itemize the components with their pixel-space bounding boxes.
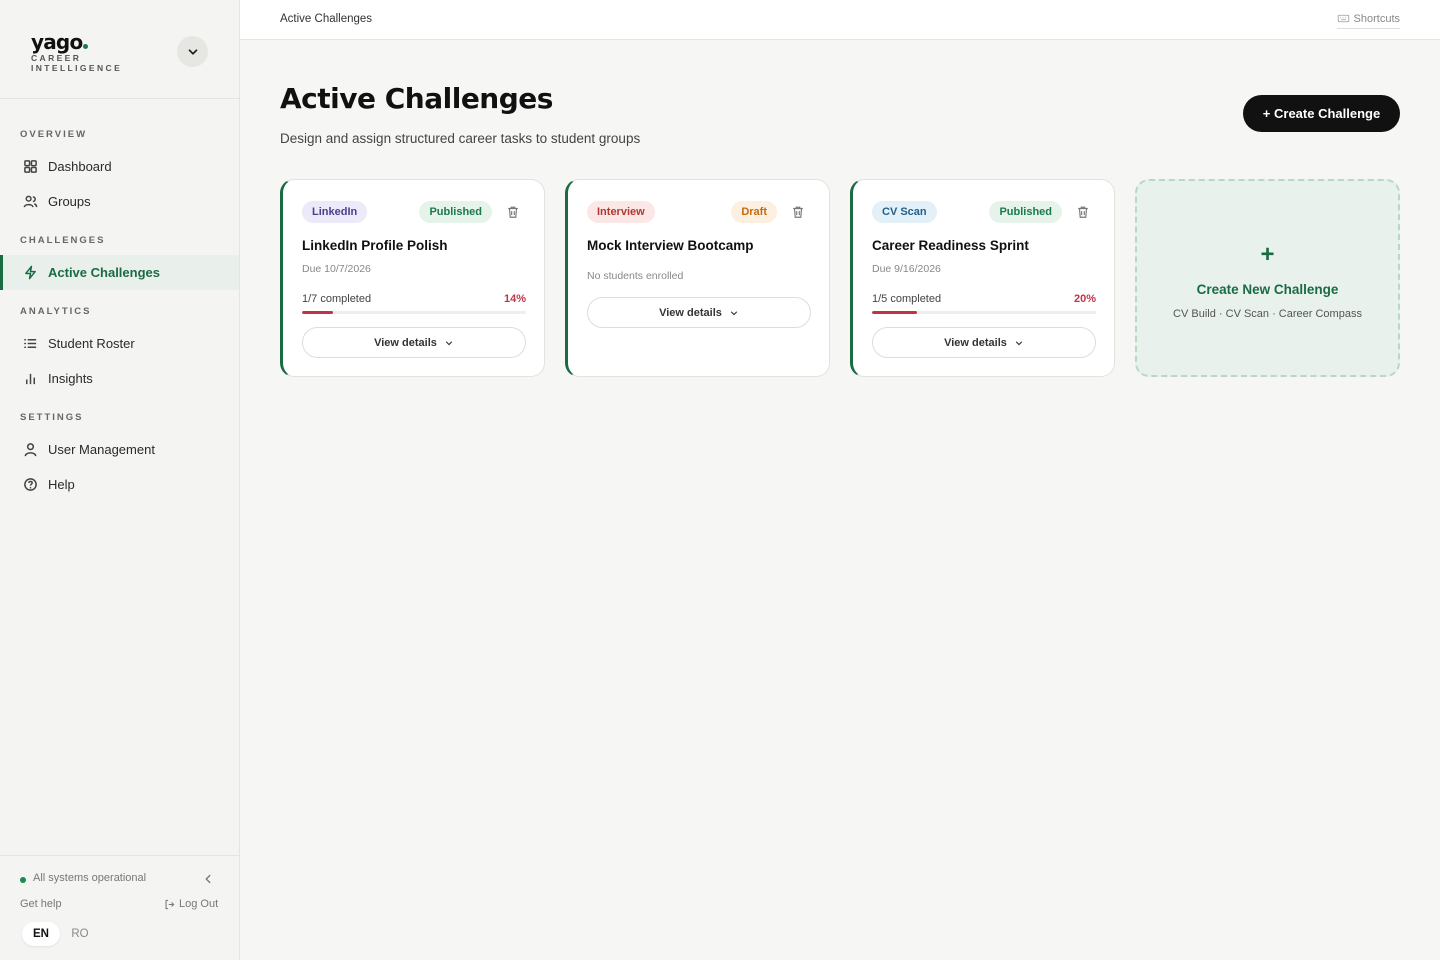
sidebar-item-user-management[interactable]: User Management [0,432,239,467]
sidebar-item-active-challenges[interactable]: Active Challenges [0,255,239,290]
list-icon [24,339,37,348]
view-details-label: View details [659,306,722,319]
status-badge: Published [419,201,492,223]
sidebar-item-label: Insights [48,371,93,386]
bar-chart-icon [26,373,35,385]
create-challenge-button[interactable]: + Create Challenge [1243,95,1400,132]
challenge-card: Interview Draft Mock Interview Bootcamp … [565,179,830,377]
users-icon [23,195,38,208]
challenge-title: Mock Interview Bootcamp [587,238,754,253]
breadcrumb: Active Challenges [280,13,373,25]
section-challenges: CHALLENGES [20,235,106,246]
progress-label: 1/7 completed [302,293,372,305]
status-badge: Draft [731,201,777,223]
progress-label: 1/5 completed [872,293,942,305]
logo-subtitle: CAREER INTELLIGENCE [31,53,123,73]
chevron-down-icon [188,48,197,55]
lightning-icon [25,265,36,280]
section-settings: SETTINGS [20,412,84,423]
sidebar-item-label: Groups [48,194,91,209]
section-analytics: ANALYTICS [20,306,92,317]
challenge-type-badge: LinkedIn [302,201,368,223]
logo-dot [83,44,89,49]
status-badge: Published [989,201,1062,223]
status-indicator-icon [20,877,26,883]
sidebar-item-label: Student Roster [48,336,135,351]
brand-area: yago CAREER INTELLIGENCE [0,0,239,99]
progress-bar-fill [872,311,917,314]
sidebar-item-help[interactable]: Help [0,467,239,502]
page-title: Active Challenges [280,82,553,115]
challenge-type-badge: CV Scan [872,201,937,223]
sidebar-item-insights[interactable]: Insights [0,361,239,396]
progress-bar-fill [302,311,334,314]
view-details-label: View details [374,336,437,349]
get-help-link[interactable]: Get help [20,898,62,910]
sidebar: yago CAREER INTELLIGENCE OVERVIEW Dashbo… [0,0,240,960]
logout-icon [165,899,175,909]
sidebar-item-label: User Management [48,442,155,457]
logo[interactable]: yago [31,30,89,54]
empty-enrollment-text: No students enrolled [587,270,684,282]
shortcuts-button[interactable]: Shortcuts [1336,12,1400,29]
sidebar-item-dashboard[interactable]: Dashboard [0,149,239,184]
chevron-down-icon [730,310,738,315]
chevron-down-icon [445,340,453,345]
view-details-label: View details [944,336,1007,349]
collapse-sidebar-icon[interactable] [201,872,215,886]
language-en-button[interactable]: EN [22,922,60,946]
progress-bar [302,311,526,314]
challenge-card: CV Scan Published Career Readiness Sprin… [850,179,1115,377]
progress-bar [872,311,1096,314]
view-details-button[interactable]: View details [587,297,811,328]
challenge-type-badge: Interview [587,201,655,223]
sidebar-item-label: Help [48,477,75,492]
challenge-title: LinkedIn Profile Polish [302,238,448,253]
challenge-title: Career Readiness Sprint [872,238,1029,253]
topbar: Active Challenges Shortcuts [240,0,1440,40]
trash-icon[interactable] [506,205,520,219]
trash-icon[interactable] [791,205,805,219]
due-date: Due 9/16/2026 [872,263,941,275]
logo-text: yago [31,30,83,54]
challenge-card: LinkedIn Published LinkedIn Profile Poli… [280,179,545,377]
section-overview: OVERVIEW [20,129,88,140]
view-details-button[interactable]: View details [302,327,526,358]
shortcuts-label: Shortcuts [1353,12,1400,25]
sidebar-item-student-roster[interactable]: Student Roster [0,326,239,361]
create-new-challenge-title: Create New Challenge [1196,282,1339,297]
create-new-challenge-card[interactable]: + Create New Challenge CV Build · CV Sca… [1135,179,1400,377]
sidebar-item-groups[interactable]: Groups [0,184,239,219]
progress-percent: 20% [1073,293,1096,305]
trash-icon[interactable] [1076,205,1090,219]
system-status: All systems operational [33,872,147,884]
sidebar-footer: All systems operational Get help Log Out… [0,855,239,960]
due-date: Due 10/7/2026 [302,263,371,275]
chevron-down-icon [1015,340,1023,345]
sidebar-item-label: Active Challenges [48,265,160,280]
workspace-toggle-button[interactable] [177,36,208,67]
logout-label: Log Out [179,898,219,910]
create-new-challenge-types: CV Build · CV Scan · Career Compass [1173,308,1362,320]
page-subtitle: Design and assign structured career task… [280,131,641,146]
progress-percent: 14% [503,293,526,305]
help-icon [24,478,37,491]
logout-button[interactable]: Log Out [164,898,218,910]
view-details-button[interactable]: View details [872,327,1096,358]
user-icon [24,443,37,457]
sidebar-item-label: Dashboard [48,159,112,174]
language-ro-button[interactable]: RO [62,922,98,946]
plus-icon: + [1260,241,1275,268]
grid-icon [24,160,37,173]
keyboard-icon [1337,14,1349,23]
